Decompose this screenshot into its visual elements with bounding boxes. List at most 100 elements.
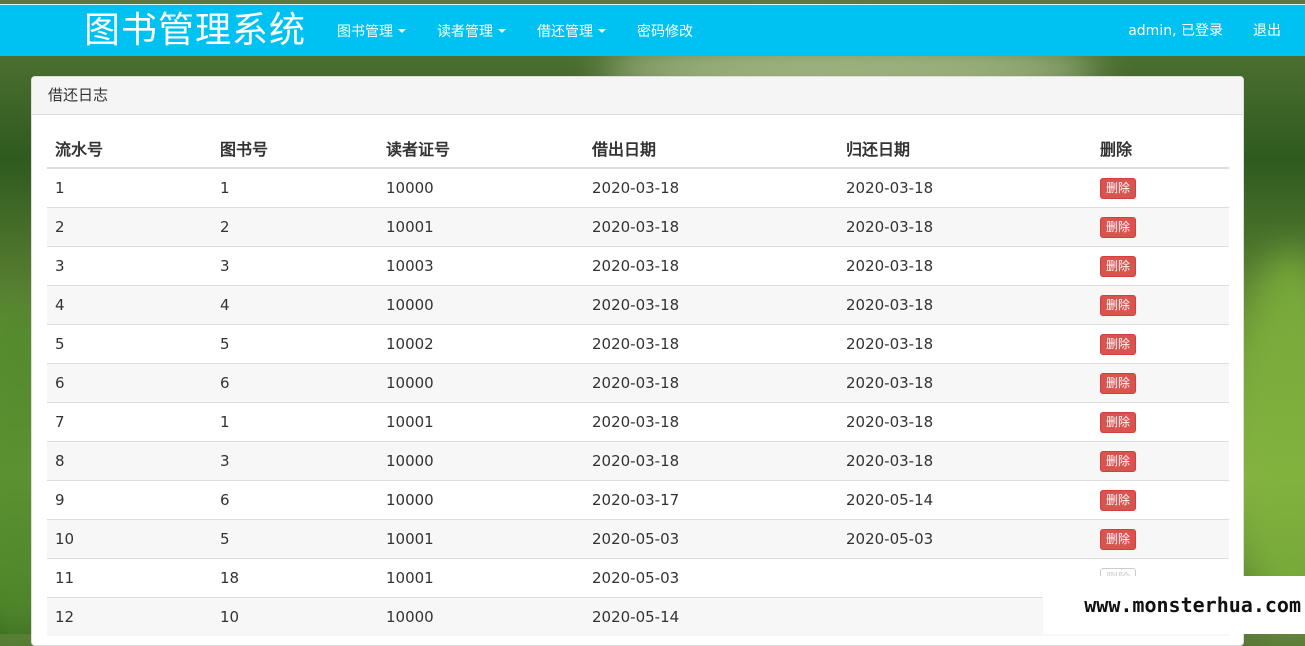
cell-out: 2020-05-14 <box>584 597 838 636</box>
delete-button[interactable]: 删除 <box>1100 294 1137 316</box>
delete-button[interactable]: 删除 <box>1100 177 1137 199</box>
main-nav: 图书管理 读者管理 借还管理 密码修改 <box>337 5 724 57</box>
cell-book: 5 <box>212 519 378 559</box>
cell-reader: 10001 <box>378 402 584 442</box>
cell-action: 删除 <box>1092 480 1229 520</box>
brand-title[interactable]: 图书管理系统 <box>84 11 306 51</box>
cell-book: 18 <box>212 558 378 598</box>
column-header: 图书号 <box>212 129 378 169</box>
cell-reader: 10003 <box>378 246 584 286</box>
table-header-row: 流水号 图书号 读者证号 借出日期 归还日期 删除 <box>47 129 1229 169</box>
nav-change-password[interactable]: 密码修改 <box>637 21 693 41</box>
delete-button[interactable]: 删除 <box>1100 333 1137 355</box>
cell-back: 2020-03-18 <box>838 363 1092 403</box>
nav-label: 借还管理 <box>537 24 593 40</box>
cell-id: 6 <box>47 363 212 403</box>
cell-back: 2020-03-18 <box>838 246 1092 286</box>
cell-book: 2 <box>212 207 378 247</box>
column-header: 读者证号 <box>378 129 584 169</box>
cell-reader: 10001 <box>378 519 584 559</box>
table-row: 9 6 10000 2020-03-17 2020-05-14 删除 <box>47 480 1229 520</box>
cell-out: 2020-03-18 <box>584 363 838 403</box>
cell-id: 5 <box>47 324 212 364</box>
cell-action: 删除 <box>1092 363 1229 403</box>
nav-borrow-management[interactable]: 借还管理 <box>537 21 606 41</box>
cell-reader: 10000 <box>378 480 584 520</box>
nav-label: 读者管理 <box>437 24 493 40</box>
cell-reader: 10000 <box>378 441 584 481</box>
panel-title: 借还日志 <box>32 77 1243 115</box>
cell-reader: 10000 <box>378 363 584 403</box>
cell-id: 12 <box>47 597 212 636</box>
cell-out: 2020-03-18 <box>584 324 838 364</box>
delete-button[interactable]: 删除 <box>1100 216 1137 238</box>
borrow-log-panel: 借还日志 流水号 图书号 读者证号 借出日期 归还日期 删除 1 1 10000 20… <box>31 76 1244 646</box>
cell-id: 4 <box>47 285 212 325</box>
cell-book: 4 <box>212 285 378 325</box>
cell-out: 2020-03-18 <box>584 441 838 481</box>
table-row: 5 5 10002 2020-03-18 2020-03-18 删除 <box>47 324 1229 364</box>
cell-back: 2020-03-18 <box>838 167 1092 208</box>
column-header: 借出日期 <box>584 129 838 169</box>
cell-out: 2020-03-18 <box>584 207 838 247</box>
delete-button[interactable]: 删除 <box>1100 411 1137 433</box>
column-header: 流水号 <box>47 129 212 169</box>
nav-label: 密码修改 <box>637 24 693 40</box>
cell-action: 删除 <box>1092 246 1229 286</box>
cell-out: 2020-03-18 <box>584 246 838 286</box>
delete-button[interactable]: 删除 <box>1100 528 1137 550</box>
caret-down-icon <box>398 29 406 33</box>
cell-id: 10 <box>47 519 212 559</box>
cell-out: 2020-03-18 <box>584 285 838 325</box>
cell-out: 2020-05-03 <box>584 519 838 559</box>
cell-id: 9 <box>47 480 212 520</box>
table-row: 3 3 10003 2020-03-18 2020-03-18 删除 <box>47 246 1229 286</box>
cell-book: 3 <box>212 246 378 286</box>
cell-reader: 10000 <box>378 285 584 325</box>
cell-action: 删除 <box>1092 441 1229 481</box>
cell-action: 删除 <box>1092 285 1229 325</box>
cell-id: 2 <box>47 207 212 247</box>
nav-reader-management[interactable]: 读者管理 <box>437 21 506 41</box>
delete-button[interactable]: 删除 <box>1100 372 1137 394</box>
cell-back: 2020-03-18 <box>838 402 1092 442</box>
cell-id: 1 <box>47 167 212 208</box>
top-navbar: 图书管理系统 图书管理 读者管理 借还管理 密码修改 admin, 已登录 退出 <box>0 4 1305 56</box>
cell-out: 2020-03-17 <box>584 480 838 520</box>
logout-link[interactable]: 退出 <box>1253 5 1281 57</box>
nav-book-management[interactable]: 图书管理 <box>337 21 406 41</box>
cell-action: 删除 <box>1092 519 1229 559</box>
delete-button[interactable]: 删除 <box>1100 450 1137 472</box>
delete-button[interactable]: 删除 <box>1100 489 1137 511</box>
cell-book: 1 <box>212 167 378 208</box>
column-header: 删除 <box>1092 129 1229 169</box>
nav-label: 图书管理 <box>337 24 393 40</box>
cell-action: 删除 <box>1092 402 1229 442</box>
caret-down-icon <box>498 29 506 33</box>
table-row: 8 3 10000 2020-03-18 2020-03-18 删除 <box>47 441 1229 481</box>
cell-action: 删除 <box>1092 207 1229 247</box>
cell-back: 2020-05-14 <box>838 480 1092 520</box>
table-row: 4 4 10000 2020-03-18 2020-03-18 删除 <box>47 285 1229 325</box>
cell-reader: 10001 <box>378 207 584 247</box>
cell-action: 删除 <box>1092 324 1229 364</box>
cell-out: 2020-05-03 <box>584 558 838 598</box>
delete-button[interactable]: 删除 <box>1100 255 1137 277</box>
cell-reader: 10001 <box>378 558 584 598</box>
borrow-log-table: 流水号 图书号 读者证号 借出日期 归还日期 删除 1 1 10000 2020-03… <box>47 129 1229 636</box>
cell-id: 7 <box>47 402 212 442</box>
cell-out: 2020-03-18 <box>584 167 838 208</box>
cell-back: 2020-03-18 <box>838 324 1092 364</box>
cell-book: 1 <box>212 402 378 442</box>
table-row: 10 5 10001 2020-05-03 2020-05-03 删除 <box>47 519 1229 559</box>
cell-reader: 10000 <box>378 597 584 636</box>
watermark-text: www.monsterhua.com <box>1043 576 1305 634</box>
cell-book: 6 <box>212 363 378 403</box>
table-row: 2 2 10001 2020-03-18 2020-03-18 删除 <box>47 207 1229 247</box>
cell-back: 2020-03-18 <box>838 441 1092 481</box>
cell-action: 删除 <box>1092 167 1229 208</box>
cell-back: 2020-03-18 <box>838 207 1092 247</box>
cell-book: 5 <box>212 324 378 364</box>
cell-book: 6 <box>212 480 378 520</box>
cell-reader: 10000 <box>378 167 584 208</box>
